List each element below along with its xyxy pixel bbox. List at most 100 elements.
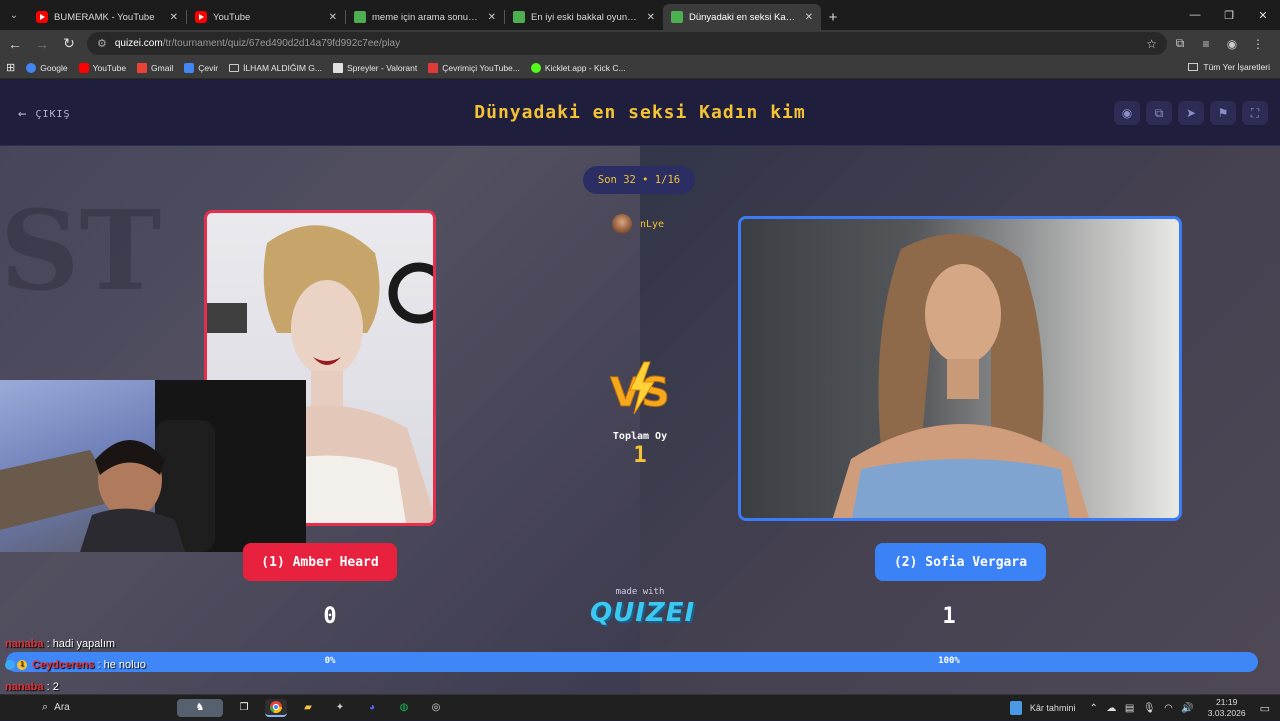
bookmark-cevir[interactable]: Çevir	[184, 62, 219, 73]
bookmark-label: YouTube	[92, 62, 127, 73]
browser-tab[interactable]: BUMERAMK - YouTube ✕	[28, 4, 186, 30]
percent-left: 0%	[324, 656, 336, 666]
url-input[interactable]: ⚙ quizei.com /tr/tournament/quiz/67ed490…	[87, 32, 1167, 55]
bookmark-label: Spreyler - Valorant	[346, 62, 418, 73]
discord-icon[interactable]: ◕	[361, 699, 383, 717]
bookmark-google[interactable]: Google	[26, 62, 68, 73]
chat-text: : he noluo	[97, 659, 146, 671]
send-icon[interactable]: ➤	[1178, 101, 1204, 125]
fullscreen-icon[interactable]: ⛶	[1242, 101, 1268, 125]
weather-widget[interactable]: Kâr tahmini	[1009, 701, 1076, 715]
quizei-logo[interactable]: QUIZEI	[590, 598, 694, 628]
site-info-icon[interactable]: ⚙	[97, 37, 107, 50]
quiz-app: ← ÇIKIŞ Dünyadaki en seksi Kadın kim ◉ ⧉…	[0, 80, 1280, 694]
close-tab-icon[interactable]: ✕	[647, 12, 655, 23]
header-actions: ◉ ⧉ ➤ ⚑ ⛶	[1108, 101, 1268, 125]
score-right: 1	[942, 604, 956, 629]
chevron-up-icon[interactable]: ⌃	[1089, 703, 1097, 714]
all-bookmarks[interactable]: Tüm Yer İşaretleri	[1188, 62, 1270, 72]
profile-avatar-icon[interactable]: ◉	[1219, 32, 1245, 56]
quizei-icon	[354, 11, 366, 23]
percent-right: 100%	[938, 656, 960, 666]
close-tab-icon[interactable]: ✕	[805, 12, 813, 23]
made-with-label: made with	[615, 587, 665, 597]
notifications-icon[interactable]: ▭	[1260, 702, 1270, 715]
browser-tab-bar: ⌄ BUMERAMK - YouTube ✕ YouTube ✕ meme iç…	[0, 0, 1280, 30]
chat-username: nanaba	[5, 681, 44, 693]
bookmark-gmail[interactable]: Gmail	[137, 62, 173, 73]
close-window-icon[interactable]: ✕	[1246, 0, 1280, 30]
cloud-icon[interactable]: ☁	[1106, 703, 1116, 714]
bookmark-valorant[interactable]: Spreyler - Valorant	[332, 62, 418, 73]
restore-icon[interactable]: ❐	[1212, 0, 1246, 30]
username: nLye	[640, 218, 665, 230]
volume-icon[interactable]: 🔊	[1181, 703, 1193, 714]
flag-icon[interactable]: ⚑	[1210, 101, 1236, 125]
background-letters: ST	[0, 186, 162, 315]
avatar	[612, 214, 632, 234]
new-tab-button[interactable]: +	[821, 4, 845, 30]
vote-button-right[interactable]: (2) Sofia Vergara	[875, 543, 1046, 581]
file-explorer-icon[interactable]: ▰	[297, 699, 319, 717]
browser-tab[interactable]: En iyi eski bakkal oyuncakları - ✕	[505, 4, 663, 30]
forward-arrow-icon[interactable]: →	[30, 32, 54, 56]
bookmark-label: İLHAM ALDIĞIM G...	[243, 62, 322, 73]
media-controls-icon[interactable]: ≡	[1193, 32, 1219, 56]
vote-button-left[interactable]: (1) Amber Heard	[243, 543, 397, 581]
all-bookmarks-label: Tüm Yer İşaretleri	[1203, 62, 1270, 72]
bookmark-kicklet[interactable]: Kicklet.app - Kick C...	[530, 62, 626, 73]
wifi-icon[interactable]: ◠	[1164, 703, 1173, 714]
quiz-title: Dünyadaki en seksi Kadın kim	[474, 102, 806, 123]
task-view-icon[interactable]: ❐	[233, 699, 255, 717]
bookmark-youtube-online[interactable]: Çevrimiçi YouTube...	[428, 62, 520, 73]
elephant-widget-icon[interactable]: ♞	[177, 698, 223, 717]
url-domain: quizei.com	[114, 38, 163, 49]
eye-icon[interactable]: ◉	[1114, 101, 1140, 125]
system-tray: Kâr tahmini ⌃ ☁ ▤ 🎙 ◠ 🔊 21:19 3.03.2026 …	[1009, 695, 1280, 721]
portrait-illustration	[832, 233, 1090, 518]
bookmark-label: Kicklet.app - Kick C...	[544, 62, 626, 73]
contestant-card-right[interactable]	[738, 216, 1182, 521]
weather-label: Kâr tahmini	[1029, 703, 1076, 713]
taskbar-search[interactable]: ⌕ Ara	[42, 701, 172, 714]
microphone-icon[interactable]: 🎙	[1143, 703, 1156, 714]
taskbar-search-label: Ara	[54, 702, 70, 713]
total-votes-value: 1	[633, 443, 647, 468]
close-tab-icon[interactable]: ✕	[488, 12, 496, 23]
spotify-icon[interactable]: ◍	[393, 699, 415, 717]
chrome-icon[interactable]	[265, 698, 287, 717]
apps-grid-icon[interactable]: ⊞	[6, 61, 15, 74]
close-tab-icon[interactable]: ✕	[329, 12, 337, 23]
extensions-icon[interactable]: ⧉	[1167, 32, 1193, 56]
app-header: ← ÇIKIŞ Dünyadaki en seksi Kadın kim ◉ ⧉…	[0, 80, 1280, 146]
bookmark-youtube[interactable]: YouTube	[78, 62, 127, 73]
app-icon[interactable]: ✦	[329, 699, 351, 717]
webcam-overlay	[0, 380, 306, 552]
round-badge: Son 32 • 1/16	[583, 166, 695, 194]
browser-tab[interactable]: YouTube ✕	[187, 4, 345, 30]
chat-badge-icon	[5, 660, 15, 671]
bookmark-star-icon[interactable]: ☆	[1146, 37, 1157, 51]
back-arrow-icon[interactable]: ←	[3, 32, 27, 56]
network-icon[interactable]: ▤	[1125, 703, 1134, 714]
minimize-icon[interactable]: —	[1178, 0, 1212, 30]
tab-search-icon[interactable]: ⌄	[0, 0, 28, 30]
browser-tab[interactable]: meme için arama sonuçları - Q ✕	[346, 4, 504, 30]
bookmark-folder[interactable]: İLHAM ALDIĞIM G...	[229, 63, 322, 73]
browser-menu-icon[interactable]: ⋮	[1245, 32, 1271, 56]
browser-tab-active[interactable]: Dünyadaki en seksi Kadın kim - ✕	[663, 4, 821, 30]
obs-icon[interactable]: ◎	[425, 699, 447, 717]
reload-icon[interactable]: ↻	[57, 32, 81, 56]
close-tab-icon[interactable]: ✕	[170, 12, 178, 23]
contestant-photo-right	[741, 219, 1179, 518]
score-left: 0	[323, 604, 337, 629]
bookmarks-bar: ⊞ Google YouTube Gmail Çevir İLHAM ALDIĞ…	[0, 57, 1280, 79]
tab-title: En iyi eski bakkal oyuncakları -	[531, 11, 641, 23]
bookmark-label: Çevir	[198, 62, 219, 73]
copy-icon[interactable]: ⧉	[1146, 101, 1172, 125]
folder-icon	[1188, 63, 1199, 71]
chat-message: 1 Ceydcerens : he noluo	[5, 659, 146, 671]
clock[interactable]: 21:19 3.03.2026	[1208, 697, 1246, 719]
url-path: /tr/tournament/quiz/67ed490d2d14a79fd992…	[162, 38, 401, 49]
chat-text: : 2	[46, 681, 59, 693]
